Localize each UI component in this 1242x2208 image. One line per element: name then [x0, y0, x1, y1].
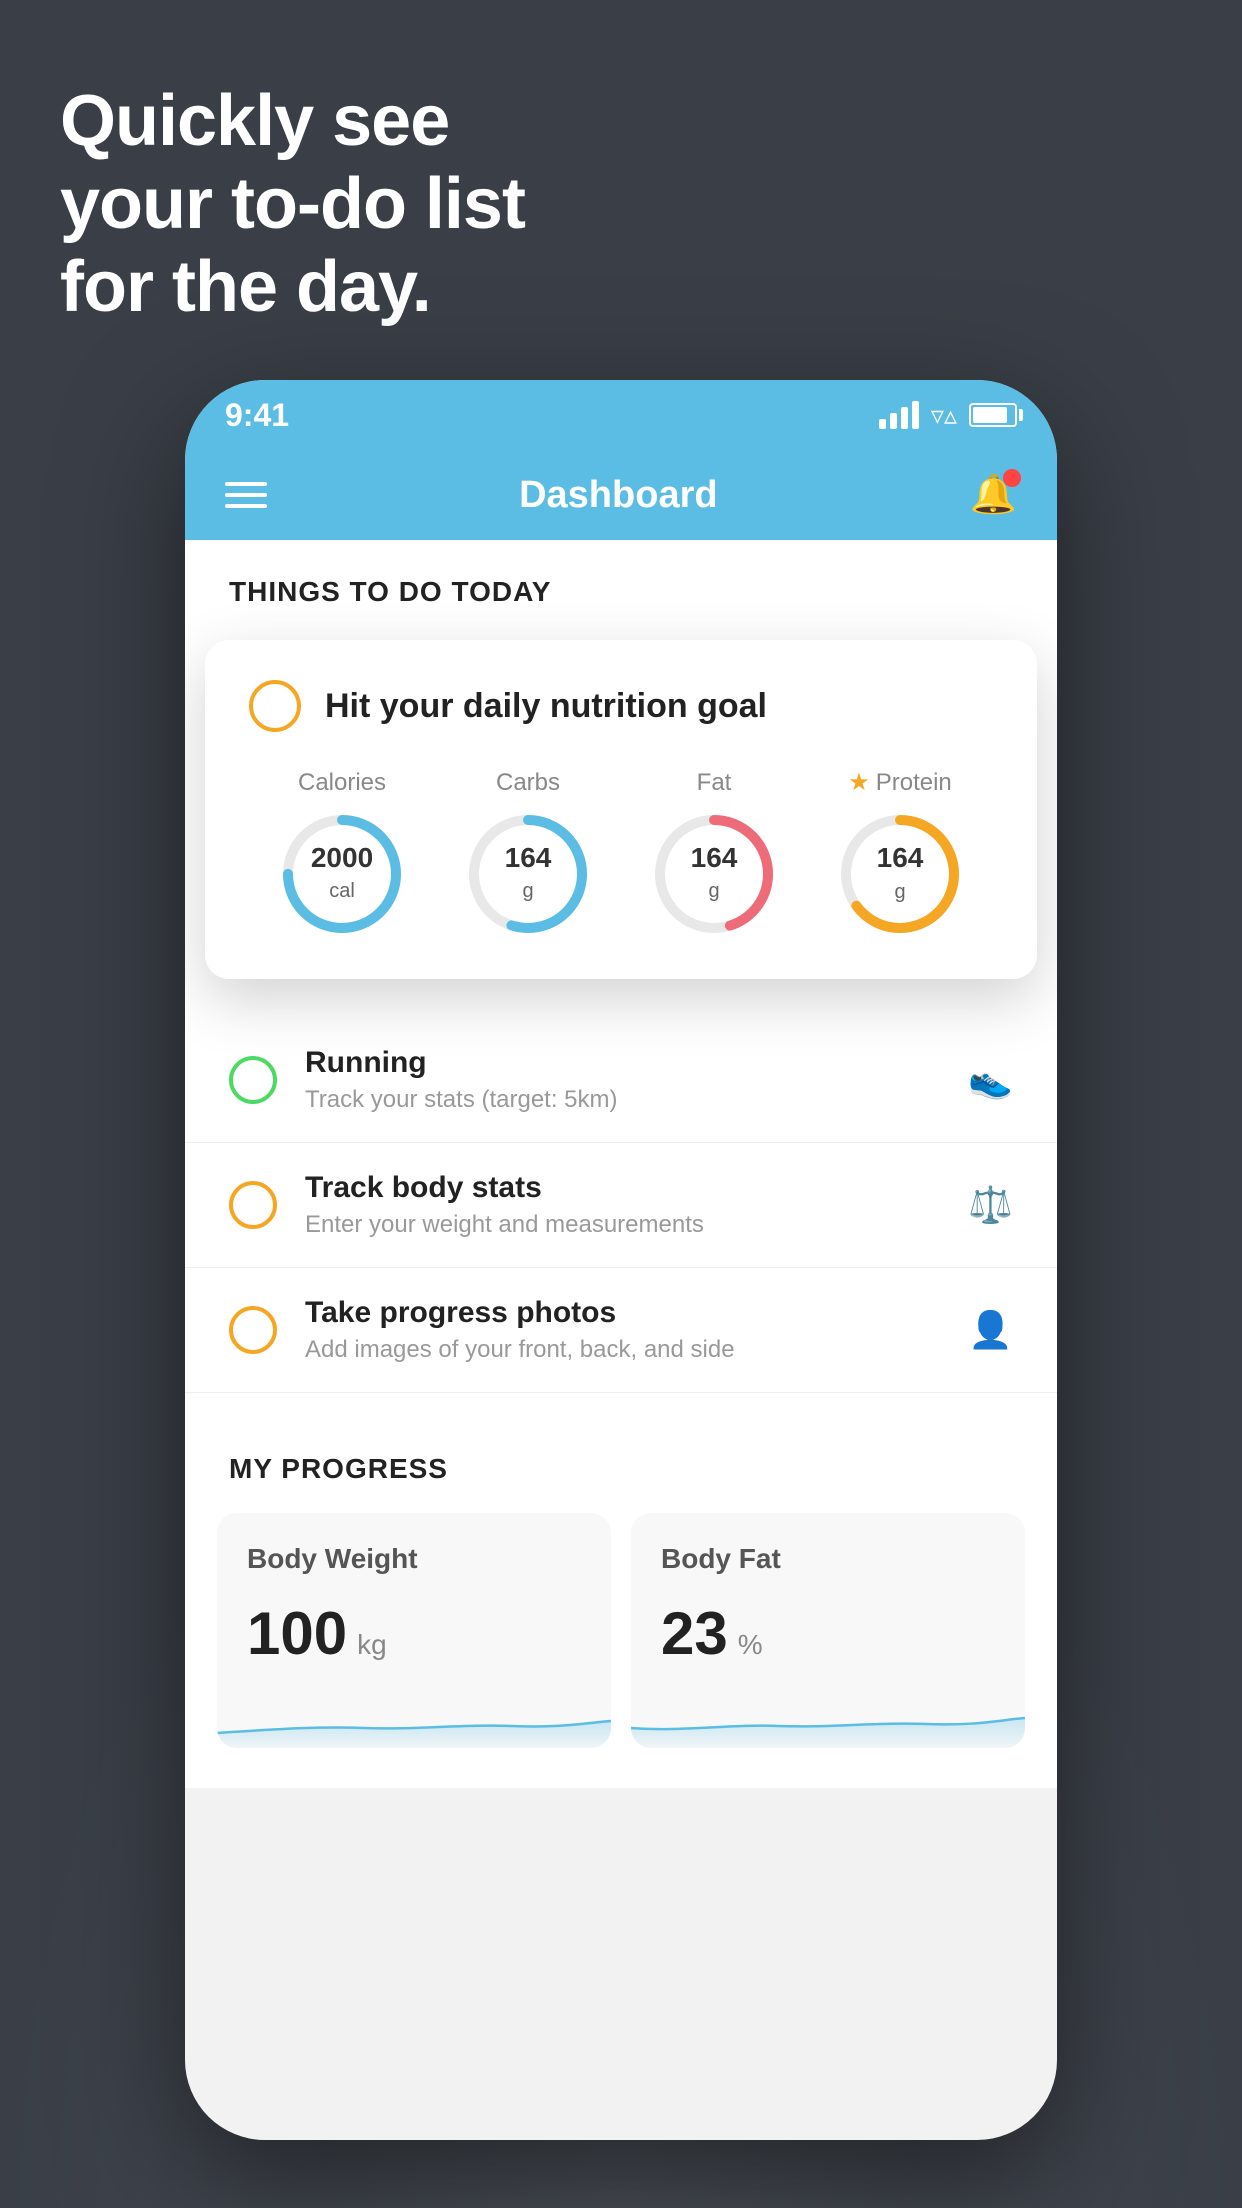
protein-label: Protein — [876, 769, 952, 797]
signal-icon — [879, 401, 919, 429]
fat-circle: 164 g — [649, 809, 779, 939]
nutrition-card: Hit your daily nutrition goal Calories 2… — [205, 640, 1037, 979]
status-time: 9:41 — [225, 397, 289, 434]
running-title: Running — [305, 1046, 940, 1080]
body-fat-card[interactable]: Body Fat 23 % — [631, 1513, 1025, 1748]
progress-cards: Body Weight 100 kg — [185, 1513, 1057, 1788]
carbs-circle: 164 g — [463, 809, 593, 939]
content-area: THINGS TO DO TODAY Hit your daily nutrit… — [185, 540, 1057, 1788]
body-stats-text: Track body stats Enter your weight and m… — [305, 1171, 940, 1239]
carbs-value: 164 g — [505, 843, 552, 905]
todo-item-photos[interactable]: Take progress photos Add images of your … — [185, 1268, 1057, 1393]
running-subtitle: Track your stats (target: 5km) — [305, 1086, 940, 1114]
photos-text: Take progress photos Add images of your … — [305, 1296, 940, 1364]
calories-circle: 2000 cal — [277, 809, 407, 939]
person-icon: 👤 — [968, 1309, 1013, 1351]
hero-line3: for the day. — [60, 246, 525, 329]
body-stats-title: Track body stats — [305, 1171, 940, 1205]
todo-item-running[interactable]: Running Track your stats (target: 5km) 👟 — [185, 1018, 1057, 1143]
protein-star: ★ — [848, 768, 870, 797]
nutrition-carbs: Carbs 164 g — [463, 769, 593, 939]
notification-bell[interactable]: 🔔 — [970, 473, 1017, 517]
progress-section: MY PROGRESS Body Weight 100 kg — [185, 1413, 1057, 1788]
progress-header: MY PROGRESS — [185, 1453, 1057, 1513]
scale-icon: ⚖️ — [968, 1184, 1013, 1226]
fat-value: 164 g — [691, 843, 738, 905]
running-text: Running Track your stats (target: 5km) — [305, 1046, 940, 1114]
body-weight-value-row: 100 kg — [247, 1599, 581, 1668]
body-fat-title: Body Fat — [661, 1543, 995, 1575]
hero-line1: Quickly see — [60, 80, 525, 163]
battery-icon — [969, 403, 1017, 427]
photos-subtitle: Add images of your front, back, and side — [305, 1336, 940, 1364]
body-weight-unit: kg — [357, 1629, 387, 1661]
nav-title: Dashboard — [519, 474, 717, 517]
fat-label: Fat — [697, 769, 732, 797]
nutrition-protein: ★ Protein 164 g — [835, 768, 965, 939]
protein-circle: 164 g — [835, 809, 965, 939]
todo-list: Running Track your stats (target: 5km) 👟… — [185, 1018, 1057, 1393]
protein-value: 164 g — [877, 843, 924, 905]
carbs-label: Carbs — [496, 769, 560, 797]
nav-bar: Dashboard 🔔 — [185, 450, 1057, 540]
body-fat-value: 23 — [661, 1599, 728, 1668]
body-weight-card[interactable]: Body Weight 100 kg — [217, 1513, 611, 1748]
status-bar: 9:41 ▿▵ — [185, 380, 1057, 450]
notification-dot — [1003, 469, 1021, 487]
body-fat-value-row: 23 % — [661, 1599, 995, 1668]
things-header: THINGS TO DO TODAY — [185, 540, 1057, 628]
hamburger-menu[interactable] — [225, 482, 267, 508]
body-fat-unit: % — [738, 1629, 763, 1661]
nutrition-calories: Calories 2000 cal — [277, 769, 407, 939]
todo-item-body-stats[interactable]: Track body stats Enter your weight and m… — [185, 1143, 1057, 1268]
card-title: Hit your daily nutrition goal — [325, 687, 767, 726]
body-weight-value: 100 — [247, 1599, 347, 1668]
body-weight-title: Body Weight — [247, 1543, 581, 1575]
photos-circle — [229, 1306, 277, 1354]
body-stats-circle — [229, 1181, 277, 1229]
task-circle-nutrition[interactable] — [249, 680, 301, 732]
calories-label: Calories — [298, 769, 386, 797]
hero-text: Quickly see your to-do list for the day. — [60, 80, 525, 328]
body-fat-chart — [631, 1688, 1025, 1748]
running-circle — [229, 1056, 277, 1104]
body-weight-chart — [217, 1688, 611, 1748]
status-icons: ▿▵ — [879, 400, 1017, 431]
card-title-row: Hit your daily nutrition goal — [249, 680, 993, 732]
nutrition-fat: Fat 164 g — [649, 769, 779, 939]
wifi-icon: ▿▵ — [931, 400, 957, 431]
calories-value: 2000 cal — [311, 843, 373, 905]
protein-label-row: ★ Protein — [848, 768, 952, 797]
phone-mockup: 9:41 ▿▵ Dashboard 🔔 THINGS TO DO TOD — [185, 380, 1057, 2140]
body-stats-subtitle: Enter your weight and measurements — [305, 1211, 940, 1239]
running-icon: 👟 — [968, 1059, 1013, 1101]
nutrition-row: Calories 2000 cal Carbs — [249, 768, 993, 939]
photos-title: Take progress photos — [305, 1296, 940, 1330]
hero-line2: your to-do list — [60, 163, 525, 246]
